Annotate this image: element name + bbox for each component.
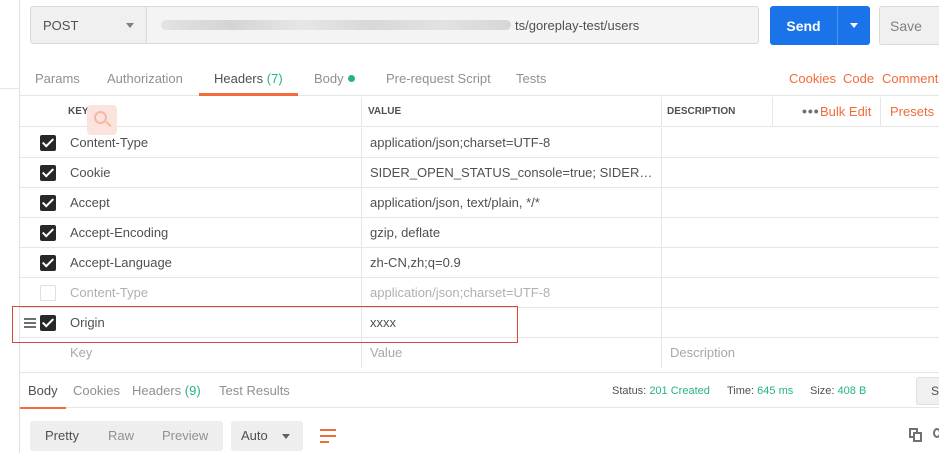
table-row: Accept-Language zh-CN,zh;q=0.9 bbox=[20, 248, 939, 278]
header-key[interactable]: Accept bbox=[70, 188, 355, 218]
request-tabs: Params Authorization Headers (7) Body Pr… bbox=[20, 62, 939, 96]
row-checkbox[interactable] bbox=[40, 195, 56, 211]
cookies-link[interactable]: Cookies bbox=[789, 62, 836, 96]
row-checkbox[interactable] bbox=[40, 135, 56, 151]
method-label: POST bbox=[43, 17, 79, 33]
column-description: DESCRIPTION bbox=[667, 106, 736, 117]
header-key[interactable]: Content-Type bbox=[70, 128, 355, 158]
url-input[interactable]: ts/goreplay-test/users bbox=[147, 6, 759, 44]
tab-authorization[interactable]: Authorization bbox=[107, 62, 183, 96]
time-label: Time: bbox=[727, 385, 755, 397]
chevron-down-icon bbox=[850, 23, 858, 28]
code-link[interactable]: Code bbox=[843, 62, 874, 96]
size-value: 408 B bbox=[837, 385, 867, 397]
table-row: Content-Type application/json;charset=UT… bbox=[20, 278, 939, 308]
tab-params[interactable]: Params bbox=[35, 62, 80, 96]
tab-body-label: Body bbox=[314, 71, 344, 86]
tab-headers[interactable]: Headers (7) bbox=[199, 62, 298, 96]
tab-pre-request-script[interactable]: Pre-request Script bbox=[386, 62, 491, 96]
wrap-lines-icon[interactable] bbox=[313, 421, 343, 451]
status-readout: Status: 201 Created bbox=[612, 373, 710, 409]
view-mode-group: Pretty Raw Preview bbox=[30, 421, 223, 451]
size-readout: Size: 408 B bbox=[810, 373, 866, 409]
tab-headers-label: Headers bbox=[214, 71, 264, 86]
header-value[interactable]: SIDER_OPEN_STATUS_console=true; SIDER_OP… bbox=[370, 158, 657, 188]
table-row: Cookie SIDER_OPEN_STATUS_console=true; S… bbox=[20, 158, 939, 188]
send-button[interactable]: Send bbox=[770, 6, 870, 45]
response-tab-headers-label: Headers bbox=[132, 383, 182, 398]
table-row: Content-Type application/json;charset=UT… bbox=[20, 128, 939, 158]
response-tabs: Body Cookies Headers (9) Test Results St… bbox=[20, 372, 939, 409]
chevron-down-icon bbox=[282, 434, 290, 439]
header-value[interactable]: application/json;charset=UTF-8 bbox=[370, 128, 657, 158]
header-value[interactable]: application/json, text/plain, */* bbox=[370, 188, 657, 218]
header-key[interactable]: Accept-Encoding bbox=[70, 218, 355, 248]
url-text: ts/goreplay-test/users bbox=[515, 17, 640, 33]
chevron-down-icon bbox=[126, 23, 134, 28]
save-button[interactable]: Save bbox=[879, 6, 939, 45]
new-description-input[interactable]: Description bbox=[670, 338, 930, 368]
send-dropdown-button[interactable] bbox=[838, 6, 870, 45]
search-icon[interactable] bbox=[933, 428, 939, 438]
view-preview-button[interactable]: Preview bbox=[162, 421, 208, 451]
tab-authorization-label: Authorization bbox=[107, 71, 183, 86]
status-dot-icon bbox=[347, 75, 355, 82]
tab-tests-label: Tests bbox=[516, 71, 547, 86]
row-checkbox[interactable] bbox=[40, 165, 56, 181]
header-key[interactable]: Cookie bbox=[70, 158, 355, 188]
column-value: VALUE bbox=[368, 106, 402, 117]
time-readout: Time: 645 ms bbox=[727, 373, 793, 409]
send-label: Send bbox=[770, 6, 838, 45]
size-label: Size: bbox=[810, 385, 835, 397]
response-tab-body[interactable]: Body bbox=[20, 373, 66, 409]
row-checkbox[interactable] bbox=[40, 255, 56, 271]
save-response-button[interactable]: Save bbox=[916, 377, 939, 405]
status-label: Status: bbox=[612, 385, 647, 397]
response-headers-count: (9) bbox=[184, 383, 201, 398]
view-pretty-button[interactable]: Pretty bbox=[45, 421, 79, 451]
tab-params-label: Params bbox=[35, 71, 80, 86]
presets-link[interactable]: Presets bbox=[890, 97, 934, 127]
status-value: 201 Created bbox=[649, 385, 710, 397]
response-tab-test-results[interactable]: Test Results bbox=[219, 373, 290, 409]
more-options-icon[interactable]: ••• bbox=[802, 97, 820, 125]
redacted-url-segment bbox=[161, 20, 511, 30]
response-tab-cookies[interactable]: Cookies bbox=[73, 373, 120, 409]
highlight-annotation-box bbox=[12, 306, 518, 343]
format-select[interactable]: Auto bbox=[231, 421, 303, 451]
header-key[interactable]: Content-Type bbox=[70, 278, 355, 308]
table-row: Accept application/json, text/plain, */* bbox=[20, 188, 939, 218]
headers-count-badge: (7) bbox=[266, 71, 283, 86]
response-tab-headers[interactable]: Headers (9) bbox=[132, 373, 201, 409]
tab-tests[interactable]: Tests bbox=[516, 62, 546, 96]
tab-pre-request-script-label: Pre-request Script bbox=[386, 71, 491, 86]
bulk-edit-link[interactable]: Bulk Edit bbox=[820, 97, 871, 127]
table-row: Accept-Encoding gzip, deflate bbox=[20, 218, 939, 248]
header-value[interactable]: application/json;charset=UTF-8 bbox=[370, 278, 657, 308]
row-checkbox[interactable] bbox=[40, 225, 56, 241]
row-checkbox[interactable] bbox=[40, 285, 56, 301]
time-value: 645 ms bbox=[757, 385, 794, 397]
left-sidebar-edge bbox=[0, 0, 20, 453]
header-value[interactable]: gzip, deflate bbox=[370, 218, 657, 248]
header-value[interactable]: zh-CN,zh;q=0.9 bbox=[370, 248, 657, 278]
copy-icon[interactable] bbox=[909, 428, 922, 442]
column-key: KEY bbox=[68, 106, 89, 117]
tab-body[interactable]: Body bbox=[314, 62, 355, 96]
method-select[interactable]: POST bbox=[30, 6, 147, 44]
comments-link[interactable]: Comments bbox=[882, 62, 939, 96]
header-key[interactable]: Accept-Language bbox=[70, 248, 355, 278]
view-raw-button[interactable]: Raw bbox=[108, 421, 134, 451]
format-label: Auto bbox=[241, 428, 268, 443]
headers-table-header: KEY VALUE DESCRIPTION ••• Bulk Edit Pres… bbox=[20, 97, 939, 127]
